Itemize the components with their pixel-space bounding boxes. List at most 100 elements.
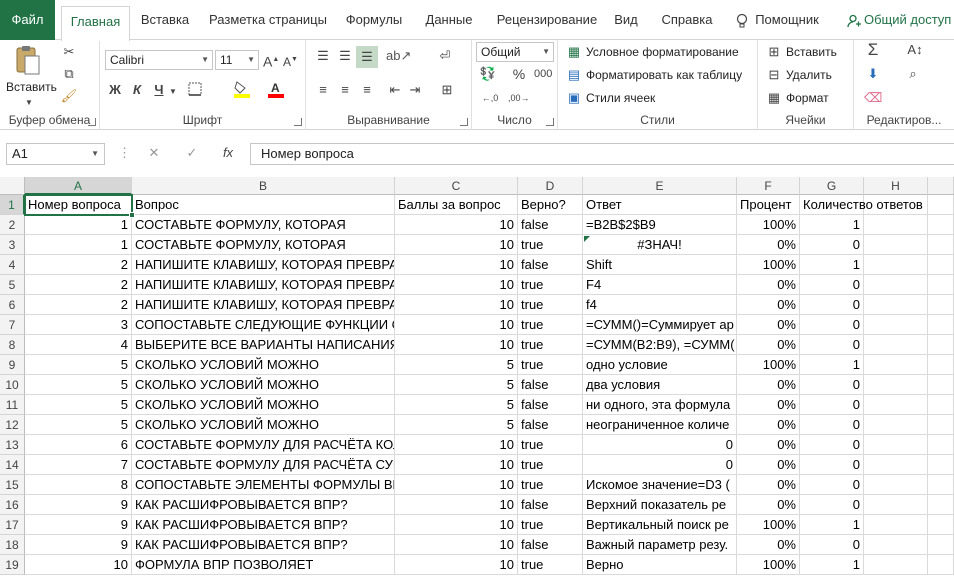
cell-g6[interactable]: 0 bbox=[800, 295, 864, 315]
cell-d12[interactable]: false bbox=[518, 415, 583, 435]
cell-d19[interactable]: true bbox=[518, 555, 583, 575]
cell-e1[interactable]: Ответ bbox=[583, 195, 737, 215]
cell-f9[interactable]: 100% bbox=[737, 355, 800, 375]
decrease-decimal-icon[interactable]: ,00→ bbox=[508, 90, 530, 106]
cell-c11[interactable]: 5 bbox=[395, 395, 518, 415]
cell-blank[interactable] bbox=[928, 355, 954, 375]
increase-decimal-icon[interactable]: ←,0 bbox=[480, 90, 500, 106]
cell-g7[interactable]: 0 bbox=[800, 315, 864, 335]
column-header-c[interactable]: C bbox=[395, 177, 518, 195]
cell-blank[interactable] bbox=[928, 415, 954, 435]
cell-b4[interactable]: НАПИШИТЕ КЛАВИШУ, КОТОРАЯ ПРЕВРА bbox=[132, 255, 395, 275]
cell-f6[interactable]: 0% bbox=[737, 295, 800, 315]
cell-d8[interactable]: true bbox=[518, 335, 583, 355]
cell-c13[interactable]: 10 bbox=[395, 435, 518, 455]
row-header[interactable]: 19 bbox=[0, 555, 25, 575]
cell-b6[interactable]: НАПИШИТЕ КЛАВИШУ, КОТОРАЯ ПРЕВРА bbox=[132, 295, 395, 315]
cell-a16[interactable]: 9 bbox=[25, 495, 132, 515]
cell-a18[interactable]: 9 bbox=[25, 535, 132, 555]
cell-g4[interactable]: 1 bbox=[800, 255, 864, 275]
cell-g16[interactable]: 0 bbox=[800, 495, 864, 515]
cell-e12[interactable]: неограниченное количе bbox=[583, 415, 737, 435]
cell-d10[interactable]: false bbox=[518, 375, 583, 395]
tab-review[interactable]: Рецензирование bbox=[488, 0, 606, 40]
cell-e3[interactable]: #ЗНАЧ! bbox=[583, 235, 737, 255]
cell-h8[interactable] bbox=[864, 335, 928, 355]
cell-f11[interactable]: 0% bbox=[737, 395, 800, 415]
tab-view[interactable]: Вид bbox=[608, 0, 644, 40]
cell-b13[interactable]: СОСТАВЬТЕ ФОРМУЛУ ДЛЯ РАСЧЁТА КОЛ bbox=[132, 435, 395, 455]
cell-c4[interactable]: 10 bbox=[395, 255, 518, 275]
row-header[interactable]: 12 bbox=[0, 415, 25, 435]
row-header[interactable]: 4 bbox=[0, 255, 25, 275]
cell-d5[interactable]: true bbox=[518, 275, 583, 295]
cell-c7[interactable]: 10 bbox=[395, 315, 518, 335]
decrease-font-icon[interactable]: A▼ bbox=[283, 52, 298, 70]
tab-formulas[interactable]: Формулы bbox=[338, 0, 410, 40]
cell-blank[interactable] bbox=[928, 375, 954, 395]
cell-h9[interactable] bbox=[864, 355, 928, 375]
increase-indent-icon[interactable]: ⇥ bbox=[406, 82, 424, 98]
cell-e2[interactable]: =B2B$2$B9 bbox=[583, 215, 737, 235]
cell-a7[interactable]: 3 bbox=[25, 315, 132, 335]
insert-function-icon[interactable]: fx bbox=[220, 145, 236, 161]
cell-f1[interactable]: Процент bbox=[737, 195, 800, 215]
cell-g13[interactable]: 0 bbox=[800, 435, 864, 455]
comma-style-icon[interactable]: 000 bbox=[534, 66, 552, 82]
cell-e18[interactable]: Важный параметр резу. bbox=[583, 535, 737, 555]
cell-h6[interactable] bbox=[864, 295, 928, 315]
cell-a19[interactable]: 10 bbox=[25, 555, 132, 575]
cell-b15[interactable]: СОПОСТАВЬТЕ ЭЛЕМЕНТЫ ФОРМУЛЫ ВПР bbox=[132, 475, 395, 495]
cell-e15[interactable]: Искомое значение=D3 ( bbox=[583, 475, 737, 495]
cell-e16[interactable]: Верхний показатель ре bbox=[583, 495, 737, 515]
cell-blank[interactable] bbox=[928, 215, 954, 235]
cell-e17[interactable]: Вертикальный поиск ре bbox=[583, 515, 737, 535]
cell-b8[interactable]: ВЫБЕРИТЕ ВСЕ ВАРИАНТЫ НАПИСАНИЯ bbox=[132, 335, 395, 355]
cell-c3[interactable]: 10 bbox=[395, 235, 518, 255]
cell-f18[interactable]: 0% bbox=[737, 535, 800, 555]
column-header-d[interactable]: D bbox=[518, 177, 583, 195]
cell-blank[interactable] bbox=[928, 435, 954, 455]
cell-g19[interactable]: 1 bbox=[800, 555, 864, 575]
cell-d1[interactable]: Верно? bbox=[518, 195, 583, 215]
cell-a10[interactable]: 5 bbox=[25, 375, 132, 395]
italic-button[interactable]: К bbox=[130, 82, 144, 98]
chevron-down-icon[interactable]: ▼ bbox=[24, 95, 34, 111]
format-painter-icon[interactable]: 🖌 bbox=[60, 88, 78, 104]
cell-e4[interactable]: Shift bbox=[583, 255, 737, 275]
tab-home[interactable]: Главная bbox=[61, 6, 130, 41]
cell-d7[interactable]: true bbox=[518, 315, 583, 335]
cell-b14[interactable]: СОСТАВЬТЕ ФОРМУЛУ ДЛЯ РАСЧЁТА СУМ bbox=[132, 455, 395, 475]
cell-f10[interactable]: 0% bbox=[737, 375, 800, 395]
cell-e7[interactable]: =СУММ()=Суммирует ар bbox=[583, 315, 737, 335]
cell-c16[interactable]: 10 bbox=[395, 495, 518, 515]
cell-d11[interactable]: false bbox=[518, 395, 583, 415]
cell-e6[interactable]: f4 bbox=[583, 295, 737, 315]
cell-g5[interactable]: 0 bbox=[800, 275, 864, 295]
cell-d17[interactable]: true bbox=[518, 515, 583, 535]
cell-b19[interactable]: ФОРМУЛА ВПР ПОЗВОЛЯЕТ bbox=[132, 555, 395, 575]
cell-c2[interactable]: 10 bbox=[395, 215, 518, 235]
cell-f13[interactable]: 0% bbox=[737, 435, 800, 455]
cell-g12[interactable]: 0 bbox=[800, 415, 864, 435]
cell-c15[interactable]: 10 bbox=[395, 475, 518, 495]
column-header-blank[interactable] bbox=[928, 177, 954, 195]
align-top-icon[interactable]: ☰ bbox=[314, 48, 332, 64]
insert-cells-button[interactable]: Вставить bbox=[786, 45, 837, 59]
row-header[interactable]: 3 bbox=[0, 235, 25, 255]
row-header[interactable]: 9 bbox=[0, 355, 25, 375]
cell-d13[interactable]: true bbox=[518, 435, 583, 455]
cancel-entry-icon[interactable]: ✕ bbox=[146, 145, 162, 161]
cell-g18[interactable]: 0 bbox=[800, 535, 864, 555]
cell-h15[interactable] bbox=[864, 475, 928, 495]
align-middle-icon[interactable]: ☰ bbox=[336, 48, 354, 64]
cell-c19[interactable]: 10 bbox=[395, 555, 518, 575]
cell-h7[interactable] bbox=[864, 315, 928, 335]
column-header-g[interactable]: G bbox=[800, 177, 864, 195]
row-header[interactable]: 17 bbox=[0, 515, 25, 535]
cell-a2[interactable]: 1 bbox=[25, 215, 132, 235]
copy-icon[interactable]: ⧉ bbox=[60, 66, 78, 82]
percent-button[interactable]: % bbox=[512, 66, 526, 82]
cell-g1[interactable]: Количество ответов bbox=[800, 195, 923, 215]
cell-h16[interactable] bbox=[864, 495, 928, 515]
